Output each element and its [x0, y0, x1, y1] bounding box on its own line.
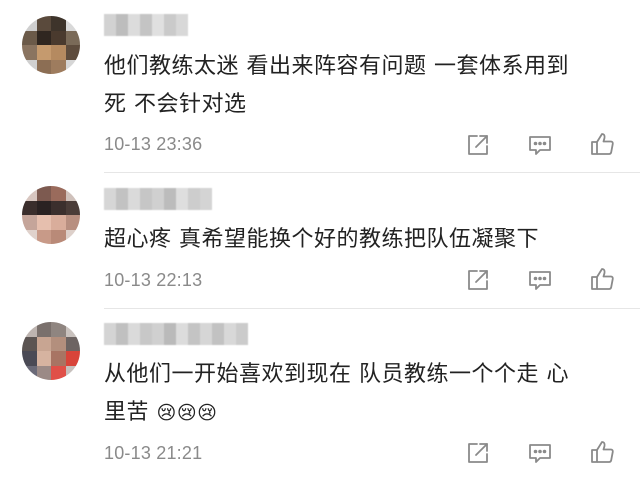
comment-text: 他们教练太迷 看出来阵容有问题 一套体系用到 死 不会针对选 [104, 48, 614, 124]
comment-icon[interactable] [526, 131, 554, 159]
share-icon[interactable] [464, 266, 492, 294]
username[interactable] [104, 14, 188, 36]
comment-text-line: 里苦 😢😢😢 [104, 394, 614, 432]
username[interactable] [104, 188, 212, 210]
comment-text-line: 超心疼 真希望能换个好的教练把队伍凝聚下 [104, 227, 539, 252]
comment-text-line: 他们教练太迷 看出来阵容有问题 一套体系用到 [104, 54, 569, 79]
divider [104, 172, 640, 173]
divider [104, 308, 640, 309]
comment-text-line: 死 不会针对选 [104, 92, 247, 117]
avatar[interactable] [22, 186, 80, 244]
like-icon[interactable] [588, 438, 616, 466]
timestamp: 10-13 21:21 [104, 443, 203, 463]
comment-text: 超心疼 真希望能换个好的教练把队伍凝聚下 [104, 221, 614, 259]
username[interactable] [104, 323, 248, 345]
avatar[interactable] [22, 16, 80, 74]
comment-text-line: 从他们一开始喜欢到现在 队员教练一个个走 心 [104, 362, 569, 387]
comment-icon[interactable] [526, 266, 554, 294]
avatar[interactable] [22, 322, 80, 380]
comment-text-line: 里苦 [104, 400, 150, 425]
like-icon[interactable] [588, 265, 616, 293]
like-icon[interactable] [588, 130, 616, 158]
comment-icon[interactable] [526, 439, 554, 467]
share-icon[interactable] [464, 131, 492, 159]
timestamp: 10-13 23:36 [104, 134, 203, 154]
timestamp: 10-13 22:13 [104, 270, 203, 290]
crying-emoji-icon: 😢😢😢 [156, 402, 218, 424]
share-icon[interactable] [464, 439, 492, 467]
comment-text: 从他们一开始喜欢到现在 队员教练一个个走 心 里苦 😢😢😢 [104, 356, 614, 432]
